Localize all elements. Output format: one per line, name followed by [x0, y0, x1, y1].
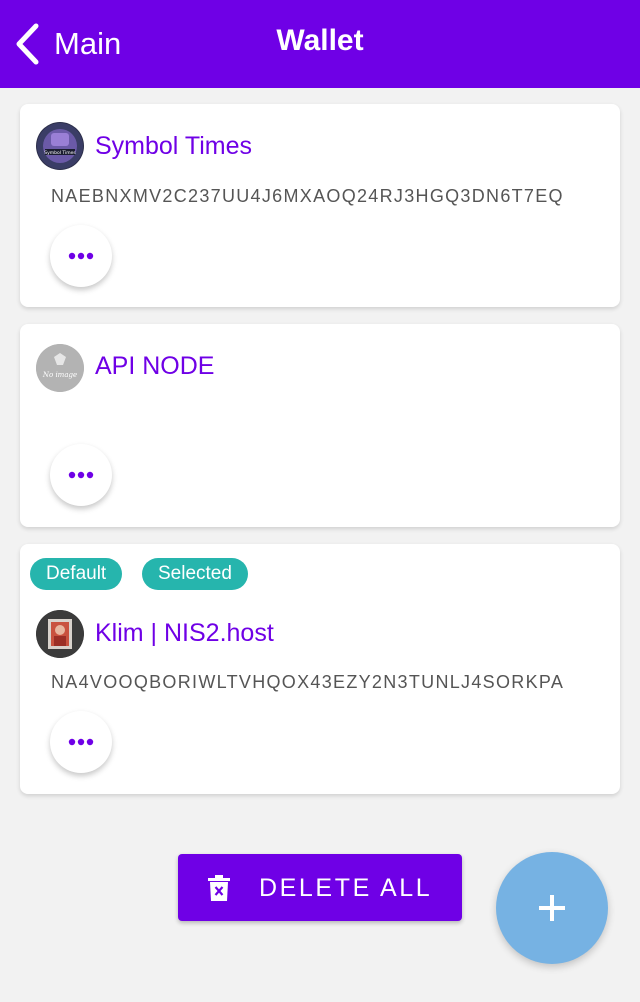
- account-name: Symbol Times: [95, 132, 252, 160]
- account-card[interactable]: Symbol Times Symbol Times NAEBNXMV2C237U…: [20, 104, 620, 307]
- default-badge: Default: [30, 558, 123, 590]
- symbol-times-logo-icon: Symbol Times: [36, 122, 84, 170]
- account-card[interactable]: Default Selected Klim | NIS2.host NA4VOO…: [20, 544, 620, 794]
- plus-icon: [539, 895, 565, 921]
- more-button[interactable]: [50, 444, 112, 506]
- add-account-button[interactable]: [496, 852, 608, 964]
- page-title: Wallet: [276, 24, 364, 57]
- more-button[interactable]: [50, 711, 112, 773]
- account-address: NA4VOOQBORIWLTVHQOX43EZY2N3TUNLJ4SORKPA: [51, 672, 565, 692]
- more-dots-icon: [68, 738, 94, 746]
- account-address: NAEBNXMV2C237UU4J6MXAOQ24RJ3HGQ3DN6T7EQ: [51, 186, 564, 206]
- selected-badge: Selected: [142, 558, 248, 590]
- more-button[interactable]: [50, 225, 112, 287]
- delete-all-label: DELETE ALL: [259, 874, 433, 902]
- trash-icon: [208, 875, 230, 906]
- more-dots-icon: [68, 471, 94, 479]
- account-name: API NODE: [95, 352, 215, 380]
- app-header: Main Wallet: [0, 0, 640, 88]
- delete-all-button[interactable]: DELETE ALL: [178, 854, 462, 921]
- account-card[interactable]: No image API NODE: [20, 324, 620, 527]
- avatar-text: No image: [42, 371, 77, 379]
- account-name: Klim | NIS2.host: [95, 619, 274, 647]
- no-image-icon: No image: [36, 344, 84, 392]
- klim-photo-icon: [36, 610, 84, 658]
- more-dots-icon: [68, 252, 94, 260]
- svg-text:Symbol Times: Symbol Times: [44, 150, 76, 156]
